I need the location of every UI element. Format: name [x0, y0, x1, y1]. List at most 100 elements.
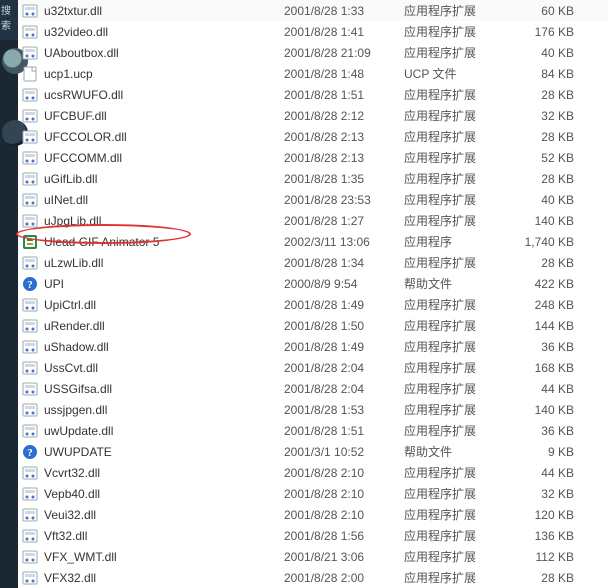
file-date: 2001/8/28 1:49: [284, 340, 404, 354]
file-date: 2001/8/28 1:41: [284, 25, 404, 39]
file-row[interactable]: UpiCtrl.dll2001/8/28 1:49应用程序扩展248 KB: [0, 294, 608, 315]
file-row[interactable]: ?UPI2000/8/9 9:54帮助文件422 KB: [0, 273, 608, 294]
file-row[interactable]: uGifLib.dll2001/8/28 1:35应用程序扩展28 KB: [0, 168, 608, 189]
file-type: UCP 文件: [404, 65, 504, 82]
file-type: 应用程序扩展: [404, 338, 504, 355]
file-name: uRender.dll: [44, 319, 284, 333]
dll-icon: [22, 423, 38, 439]
file-date: 2001/8/28 2:10: [284, 487, 404, 501]
file-row[interactable]: VFX32.dll2001/8/28 2:00应用程序扩展28 KB: [0, 567, 608, 588]
file-size: 44 KB: [504, 382, 584, 396]
file-row[interactable]: Vft32.dll2001/8/28 1:56应用程序扩展136 KB: [0, 525, 608, 546]
dll-icon: [22, 297, 38, 313]
file-size: 28 KB: [504, 256, 584, 270]
file-type: 应用程序扩展: [404, 86, 504, 103]
file-type: 应用程序: [404, 233, 504, 250]
file-row[interactable]: Veui32.dll2001/8/28 2:10应用程序扩展120 KB: [0, 504, 608, 525]
help-icon: ?: [22, 444, 38, 460]
dll-icon: [22, 381, 38, 397]
exe-icon: [22, 234, 38, 250]
file-row[interactable]: u32txtur.dll2001/8/28 1:33应用程序扩展60 KB: [0, 0, 608, 21]
file-size: 168 KB: [504, 361, 584, 375]
file-name: UpiCtrl.dll: [44, 298, 284, 312]
file-name: Ulead GIF Animator 5: [44, 235, 284, 249]
file-size: 44 KB: [504, 466, 584, 480]
file-row[interactable]: ucp1.ucp2001/8/28 1:48UCP 文件84 KB: [0, 63, 608, 84]
file-type: 应用程序扩展: [404, 506, 504, 523]
file-type: 应用程序扩展: [404, 44, 504, 61]
file-name: VFX32.dll: [44, 571, 284, 585]
file-type: 应用程序扩展: [404, 23, 504, 40]
file-size: 248 KB: [504, 298, 584, 312]
file-row[interactable]: uINet.dll2001/8/28 23:53应用程序扩展40 KB: [0, 189, 608, 210]
file-size: 176 KB: [504, 25, 584, 39]
file-type: 应用程序扩展: [404, 422, 504, 439]
file-name: UFCCOLOR.dll: [44, 130, 284, 144]
file-date: 2001/8/28 2:10: [284, 466, 404, 480]
file-date: 2001/8/28 1:33: [284, 4, 404, 18]
file-row[interactable]: UssCvt.dll2001/8/28 2:04应用程序扩展168 KB: [0, 357, 608, 378]
file-row[interactable]: Ulead GIF Animator 52002/3/11 13:06应用程序1…: [0, 231, 608, 252]
file-type: 应用程序扩展: [404, 296, 504, 313]
dll-icon: [22, 171, 38, 187]
file-name: Vft32.dll: [44, 529, 284, 543]
file-size: 28 KB: [504, 88, 584, 102]
file-type: 帮助文件: [404, 443, 504, 460]
dll-icon: [22, 45, 38, 61]
file-type: 应用程序扩展: [404, 464, 504, 481]
file-icon: [22, 66, 38, 82]
dll-icon: [22, 192, 38, 208]
file-row[interactable]: uwUpdate.dll2001/8/28 1:51应用程序扩展36 KB: [0, 420, 608, 441]
file-date: 2001/8/28 1:51: [284, 424, 404, 438]
file-date: 2001/8/28 1:49: [284, 298, 404, 312]
file-date: 2001/8/28 1:27: [284, 214, 404, 228]
file-type: 应用程序扩展: [404, 212, 504, 229]
dll-icon: [22, 549, 38, 565]
file-name: uGifLib.dll: [44, 172, 284, 186]
file-row[interactable]: UAboutbox.dll2001/8/28 21:09应用程序扩展40 KB: [0, 42, 608, 63]
file-name: ussjpgen.dll: [44, 403, 284, 417]
file-name: UFCBUF.dll: [44, 109, 284, 123]
file-type: 应用程序扩展: [404, 191, 504, 208]
file-size: 84 KB: [504, 67, 584, 81]
file-name: USSGifsa.dll: [44, 382, 284, 396]
file-row[interactable]: u32video.dll2001/8/28 1:41应用程序扩展176 KB: [0, 21, 608, 42]
file-row[interactable]: uJpgLib.dll2001/8/28 1:27应用程序扩展140 KB: [0, 210, 608, 231]
file-row[interactable]: uShadow.dll2001/8/28 1:49应用程序扩展36 KB: [0, 336, 608, 357]
file-row[interactable]: ?UWUPDATE2001/3/1 10:52帮助文件9 KB: [0, 441, 608, 462]
file-name: u32txtur.dll: [44, 4, 284, 18]
file-row[interactable]: UFCCOLOR.dll2001/8/28 2:13应用程序扩展28 KB: [0, 126, 608, 147]
file-type: 应用程序扩展: [404, 485, 504, 502]
file-row[interactable]: USSGifsa.dll2001/8/28 2:04应用程序扩展44 KB: [0, 378, 608, 399]
dll-icon: [22, 360, 38, 376]
file-size: 32 KB: [504, 109, 584, 123]
dll-icon: [22, 3, 38, 19]
dll-icon: [22, 24, 38, 40]
file-row[interactable]: UFCBUF.dll2001/8/28 2:12应用程序扩展32 KB: [0, 105, 608, 126]
file-size: 40 KB: [504, 193, 584, 207]
file-size: 120 KB: [504, 508, 584, 522]
file-row[interactable]: UFCCOMM.dll2001/8/28 2:13应用程序扩展52 KB: [0, 147, 608, 168]
file-name: UPI: [44, 277, 284, 291]
file-row[interactable]: uRender.dll2001/8/28 1:50应用程序扩展144 KB: [0, 315, 608, 336]
file-date: 2001/8/28 21:09: [284, 46, 404, 60]
file-date: 2001/8/28 1:48: [284, 67, 404, 81]
file-row[interactable]: Vcvrt32.dll2001/8/28 2:10应用程序扩展44 KB: [0, 462, 608, 483]
dll-icon: [22, 318, 38, 334]
file-row[interactable]: Vepb40.dll2001/8/28 2:10应用程序扩展32 KB: [0, 483, 608, 504]
file-row[interactable]: ussjpgen.dll2001/8/28 1:53应用程序扩展140 KB: [0, 399, 608, 420]
file-name: Vepb40.dll: [44, 487, 284, 501]
file-size: 60 KB: [504, 4, 584, 18]
file-name: uINet.dll: [44, 193, 284, 207]
file-name: uLzwLib.dll: [44, 256, 284, 270]
file-row[interactable]: uLzwLib.dll2001/8/28 1:34应用程序扩展28 KB: [0, 252, 608, 273]
file-size: 140 KB: [504, 214, 584, 228]
file-type: 应用程序扩展: [404, 548, 504, 565]
file-name: VFX_WMT.dll: [44, 550, 284, 564]
dll-icon: [22, 213, 38, 229]
file-type: 应用程序扩展: [404, 254, 504, 271]
file-row[interactable]: VFX_WMT.dll2001/8/21 3:06应用程序扩展112 KB: [0, 546, 608, 567]
file-row[interactable]: ucsRWUFO.dll2001/8/28 1:51应用程序扩展28 KB: [0, 84, 608, 105]
file-date: 2001/8/28 23:53: [284, 193, 404, 207]
file-name: uShadow.dll: [44, 340, 284, 354]
